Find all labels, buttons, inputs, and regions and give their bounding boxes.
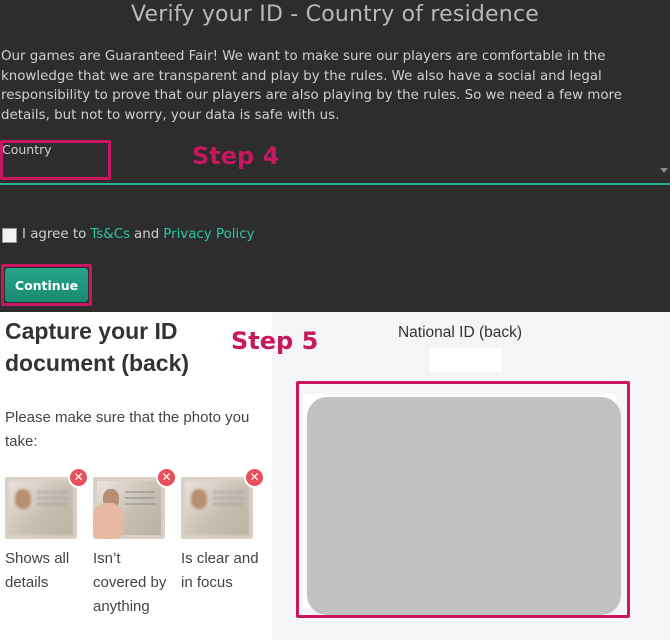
verify-id-panel: Verify your ID - Country of residence Ou… [0, 0, 670, 312]
id-example-image: ✕ [93, 467, 177, 539]
x-mark-icon: ✕ [68, 467, 89, 488]
capture-title: Capture your ID document (back) [5, 318, 190, 376]
page-title: Verify your ID - Country of residence [131, 2, 539, 27]
terms-agreement-row: I agree to Ts&Cs and Privacy Policy [2, 224, 255, 244]
agree-text: I agree to [22, 226, 87, 242]
camera-preview[interactable] [307, 397, 621, 615]
and-text: and [134, 226, 160, 242]
title-placeholder [430, 348, 502, 372]
x-mark-icon: ✕ [244, 467, 265, 488]
example-caption: Shows all details [5, 550, 70, 591]
step5-label: Step 5 [231, 327, 319, 355]
country-select[interactable] [0, 140, 670, 185]
step4-label: Step 4 [192, 142, 280, 170]
continue-button[interactable]: Continue [5, 268, 88, 302]
camera-capture-panel: National ID (back) [272, 312, 670, 640]
x-mark-icon: ✕ [156, 467, 177, 488]
id-example-image: ✕ [181, 467, 265, 539]
camera-frame [303, 394, 621, 615]
example-caption: Isn’t covered by anything [93, 550, 167, 615]
terms-checkbox[interactable] [2, 227, 17, 243]
id-example-image: ✕ [5, 467, 89, 539]
example-not-covered: ✕ Isn’t covered by anything [93, 467, 177, 619]
capture-instruction: Please make sure that the photo you take… [5, 409, 250, 450]
example-clear-focus: ✕ Is clear and in focus [181, 467, 265, 595]
chevron-down-icon [660, 168, 668, 173]
intro-text: Our games are Guaranteed Fair! We want t… [1, 49, 622, 123]
privacy-policy-link[interactable]: Privacy Policy [163, 227, 254, 242]
document-type-title: National ID (back) [397, 324, 523, 341]
tcs-link[interactable]: Ts&Cs [90, 227, 130, 242]
capture-instructions-panel: Capture your ID document (back) Please m… [0, 312, 318, 640]
example-shows-all-details: ✕ Shows all details [5, 467, 89, 595]
country-label: Country [2, 142, 52, 157]
example-caption: Is clear and in focus [181, 550, 259, 591]
